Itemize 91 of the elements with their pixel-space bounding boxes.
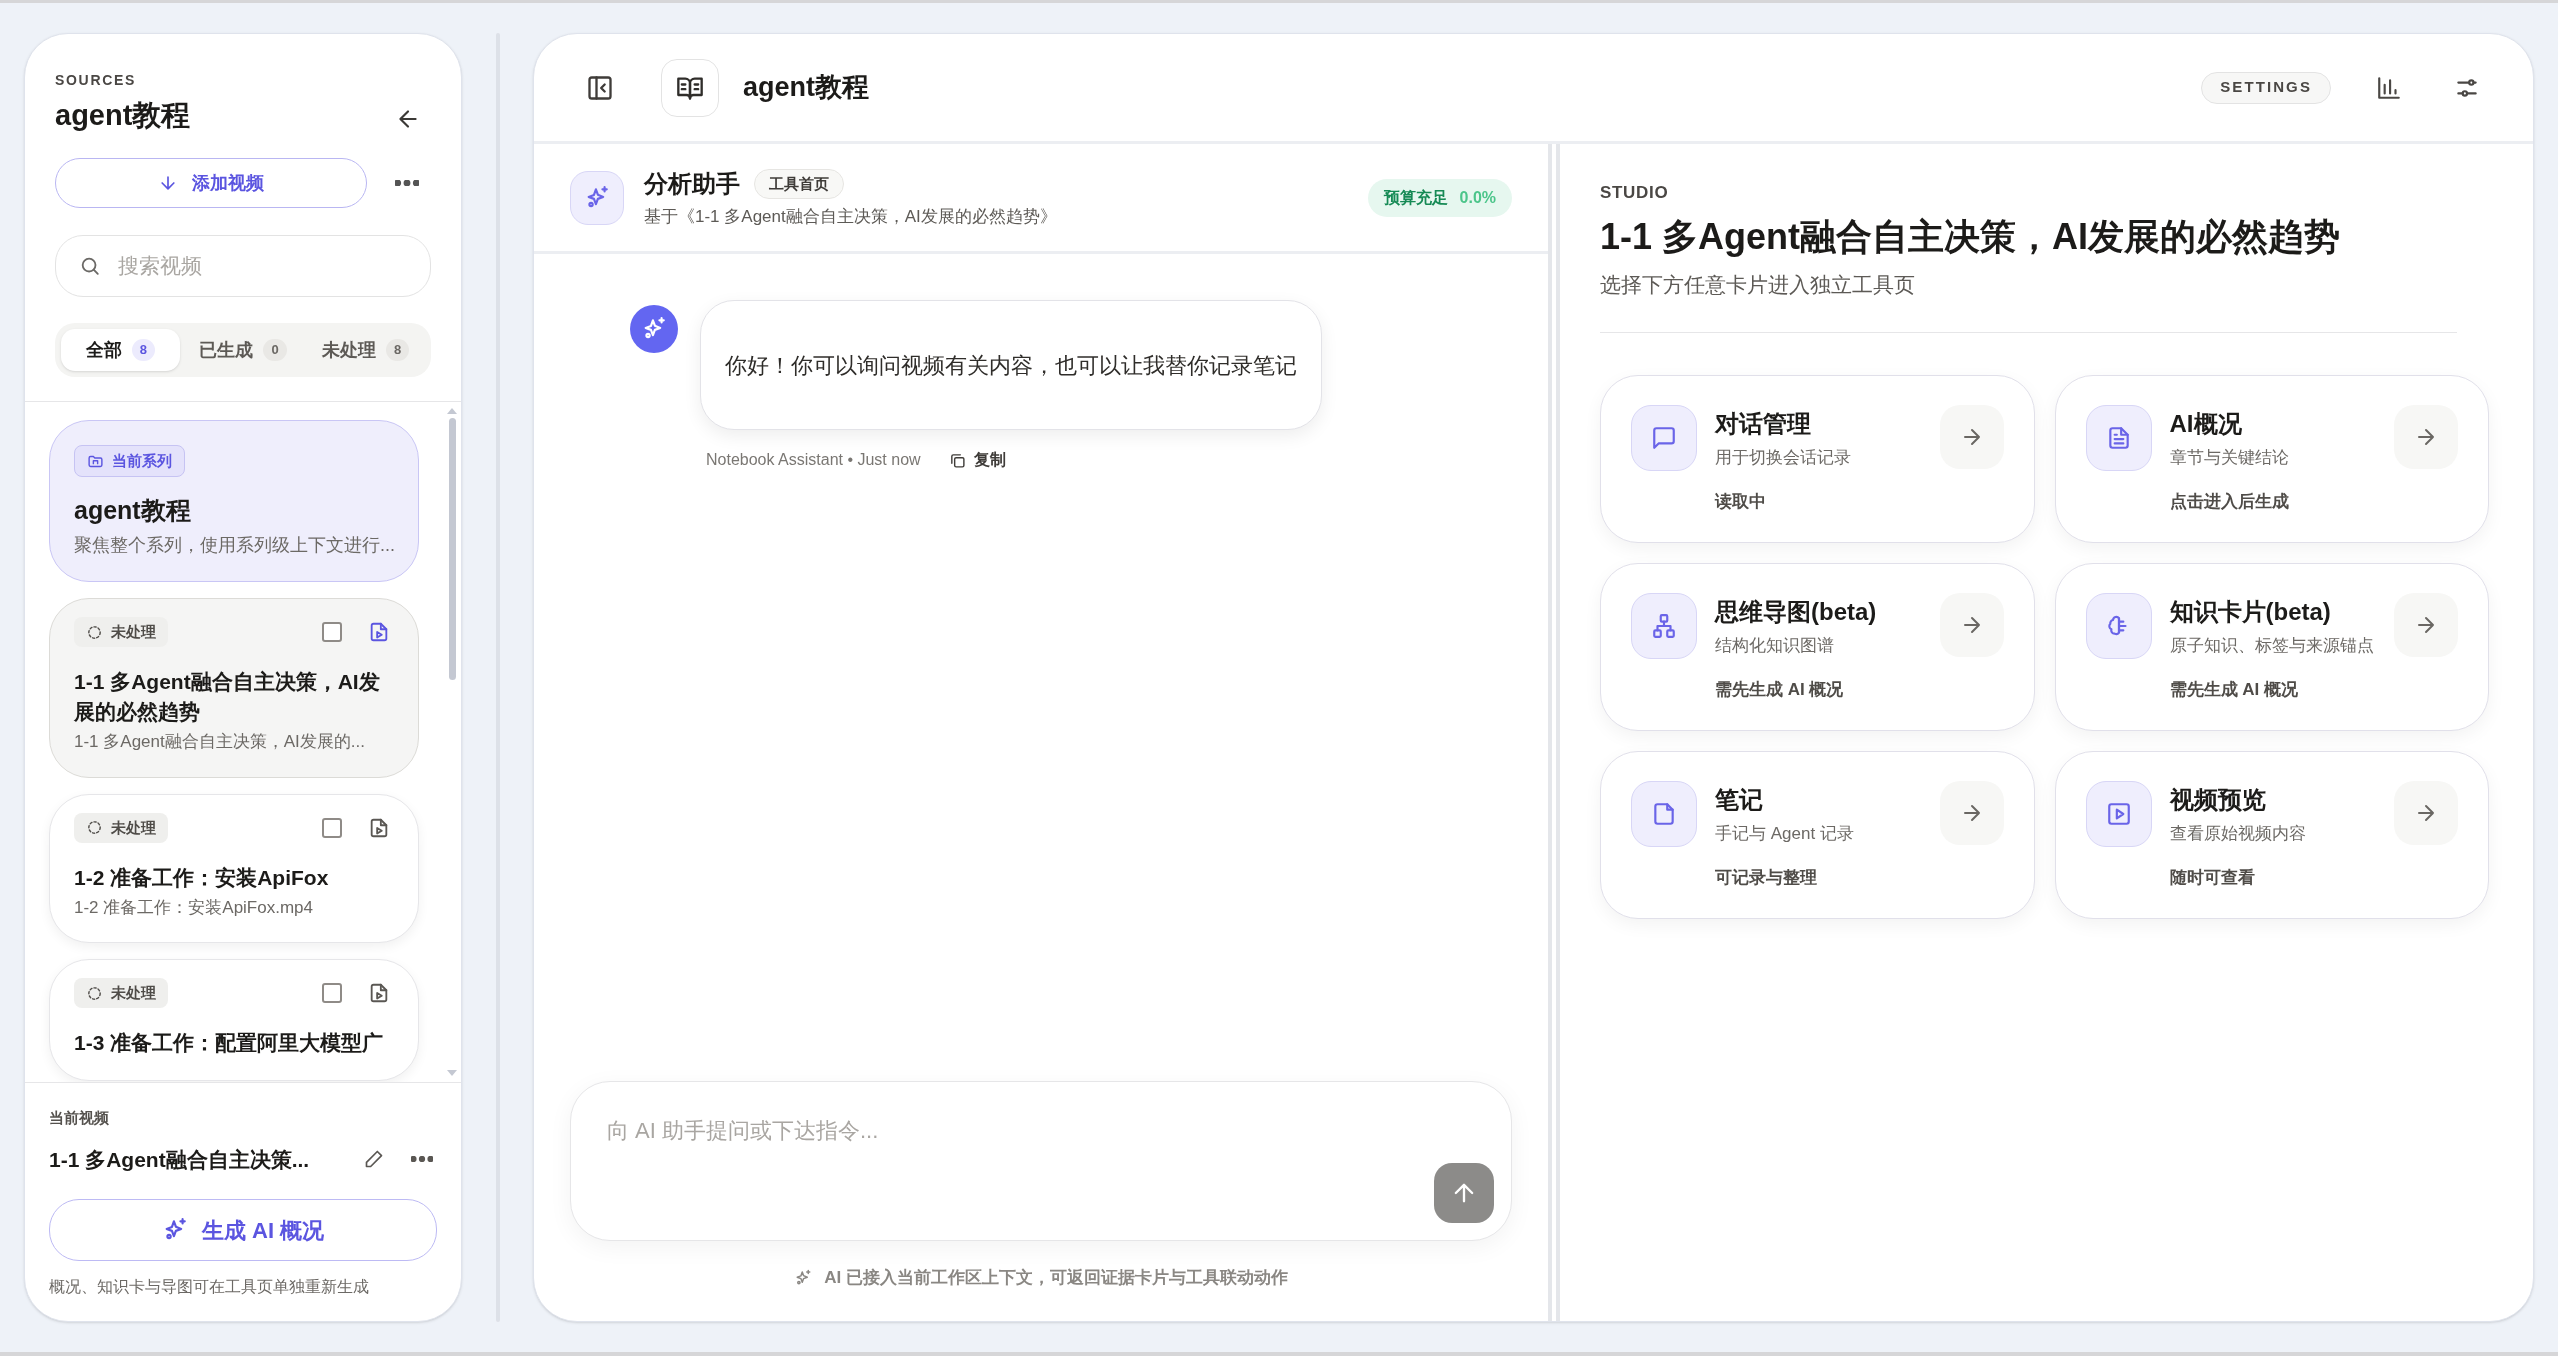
count-badge: 0: [263, 339, 287, 361]
status-chip: 未处理: [74, 978, 168, 1009]
video-title: 1-3 准备工作：配置阿里大模型广: [74, 1030, 385, 1057]
tool-status: 需先生成 AI 概况: [1715, 678, 1845, 701]
video-title: 1-2 准备工作：安装ApiFox: [74, 864, 330, 891]
tool-title: 笔记: [1715, 785, 1764, 815]
tool-title: 视频预览: [2169, 785, 2267, 815]
tool-status: 点击进入后生成: [2169, 490, 2290, 513]
assistant-name: 分析助手: [644, 168, 740, 199]
tool-title: AI概况: [2169, 409, 2243, 439]
video-card[interactable]: 未处理 1-2 准备工作：安装ApiFox 1-2 准备工作：安装ApiFox.mp4: [49, 793, 419, 944]
count-badge: 8: [386, 339, 410, 361]
tool-status: 随时可查看: [2169, 866, 2256, 889]
copy-icon: [948, 451, 966, 469]
context-footnote: AI 已接入当前工作区上下文，可返回证据卡片与工具联动动作: [824, 1267, 1288, 1290]
video-card[interactable]: 未处理 1-3 准备工作：配置阿里大模型广: [49, 959, 419, 1082]
series-title: agent教程: [74, 495, 191, 526]
pencil-icon: [364, 1149, 384, 1170]
regenerate-note: 概况、知识卡与导图可在工具页单独重新生成: [49, 1277, 370, 1297]
filter-tab[interactable]: 已生成 0: [183, 329, 303, 371]
panel-left-icon: [586, 73, 614, 102]
budget-value: 0.0%: [1459, 187, 1496, 208]
notebook-title: agent教程: [743, 71, 869, 105]
tool-description: 用于切换会话记录: [1715, 447, 1852, 469]
more-icon: [395, 180, 419, 186]
video-filename: 1-2 准备工作：安装ApiFox.mp4: [74, 896, 314, 919]
tool-card[interactable]: 对话管理 用于切换会话记录 读取中: [1600, 375, 2035, 543]
budget-label: 预算充足: [1383, 187, 1448, 208]
count-badge: 8: [131, 339, 155, 361]
search-icon: [79, 255, 101, 277]
pending-icon: [86, 984, 103, 1002]
video-title: 1-1 多Agent融合自主决策，AI发展的必然趋势: [74, 669, 381, 726]
video-file-icon: [368, 982, 390, 1005]
tool-description: 结构化知识图谱: [1715, 635, 1835, 657]
message-meta: Notebook Assistant • Just now: [706, 450, 921, 470]
tool-card[interactable]: 视频预览 查看原始视频内容 随时可查看: [2054, 751, 2489, 919]
hierarchy-icon: [1651, 613, 1677, 639]
add-video-button[interactable]: 添加视频: [55, 158, 367, 208]
sparkles-icon: [794, 1269, 813, 1287]
chat-bubble-icon: [1651, 425, 1677, 451]
video-filename: 1-1 多Agent融合自主决策，AI发展的...: [74, 731, 366, 754]
checkbox[interactable]: [322, 983, 342, 1004]
current-video-title: 1-1 多Agent融合自主决策...: [49, 1146, 310, 1173]
pending-icon: [86, 623, 103, 641]
more-icon: [411, 1156, 433, 1163]
tool-description: 查看原始视频内容: [2169, 823, 2307, 845]
tool-status: 需先生成 AI 概况: [2169, 678, 2299, 701]
tool-title: 知识卡片(beta): [2169, 597, 2332, 627]
assistant-message: 你好！你可以询问视频有关内容，也可以让我替你记录笔记: [700, 300, 1322, 430]
current-video-label: 当前视频: [49, 1108, 110, 1128]
tool-card[interactable]: 笔记 手记与 Agent 记录 可记录与整理: [1600, 751, 2035, 919]
status-chip: 未处理: [74, 812, 168, 843]
tool-title: 思维导图(beta): [1715, 597, 1878, 627]
studio-title: 1-1 多Agent融合自主决策，AI发展的必然趋势: [1600, 214, 2342, 259]
checkbox[interactable]: [322, 622, 342, 643]
tool-description: 原子知识、标签与来源锚点: [2169, 635, 2375, 657]
settings-button[interactable]: SETTINGS: [2201, 71, 2331, 104]
tool-card[interactable]: 知识卡片(beta) 原子知识、标签与来源锚点 需先生成 AI 概况: [2054, 563, 2489, 731]
video-file-icon: [368, 621, 390, 644]
search-field[interactable]: 搜索视频: [55, 235, 431, 297]
tool-description: 章节与关键结论: [2169, 447, 2290, 469]
scrollbar[interactable]: [447, 408, 457, 1076]
bar-chart-icon: [2376, 74, 2402, 101]
video-file-icon: [368, 816, 390, 839]
studio-subtitle: 选择下方任意卡片进入独立工具页: [1600, 271, 1916, 298]
tool-home-badge: 工具首页: [754, 168, 844, 199]
filter-tab[interactable]: 全部 8: [61, 329, 180, 371]
series-subtitle: 聚焦整个系列，使用系列级上下文进行...: [74, 534, 395, 558]
sidebar-title: agent教程: [55, 98, 191, 133]
copy-button[interactable]: 复制: [948, 448, 1006, 472]
context-subtitle: 基于《1-1 多Agent融合自主决策，AI发展的必然趋势》: [644, 205, 1057, 228]
note-icon: [1651, 801, 1677, 827]
section-label: SOURCES: [55, 71, 137, 90]
checkbox[interactable]: [322, 817, 342, 838]
composer-field[interactable]: 向 AI 助手提问或下达指令...: [570, 1081, 1512, 1241]
series-card[interactable]: 当前系列 agent教程 聚焦整个系列，使用系列级上下文进行...: [49, 420, 419, 583]
play-icon: [2105, 801, 2132, 827]
generate-overview-button[interactable]: 生成 AI 概况: [49, 1199, 437, 1261]
tool-card[interactable]: 思维导图(beta) 结构化知识图谱 需先生成 AI 概况: [1600, 563, 2035, 731]
tool-card[interactable]: AI概况 章节与关键结论 点击进入后生成: [2054, 375, 2489, 543]
video-card[interactable]: 未处理 1-1 多Agent融合自主决策，AI发展的必然趋势 1-1 多Agent融合自主决策，AI发展的...: [49, 598, 419, 778]
filter-tab[interactable]: 未处理 8: [306, 329, 425, 371]
tool-status: 可记录与整理: [1715, 866, 1818, 889]
status-chip: 未处理: [74, 617, 168, 648]
send-button[interactable]: [1434, 1163, 1494, 1223]
tool-status: 读取中: [1715, 490, 1767, 513]
series-badge: 当前系列: [74, 445, 185, 477]
section-label: STUDIO: [1600, 182, 1670, 204]
pending-icon: [86, 819, 103, 837]
tool-title: 对话管理: [1715, 409, 1812, 439]
tool-description: 手记与 Agent 记录: [1715, 823, 1855, 845]
